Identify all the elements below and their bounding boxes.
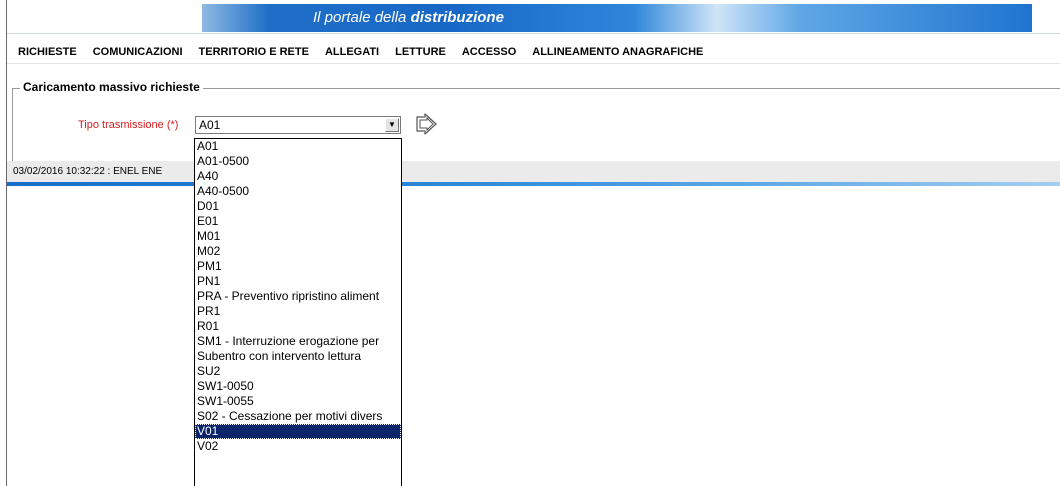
dropdown-option[interactable]: A40-0500	[195, 184, 401, 199]
dropdown-option[interactable]: A01-0500	[195, 154, 401, 169]
main-nav: RICHIESTE COMUNICAZIONI TERRITORIO E RET…	[18, 46, 719, 58]
nav-item-richieste[interactable]: RICHIESTE	[18, 46, 77, 58]
dropdown-option[interactable]: SU2	[195, 364, 401, 379]
dropdown-option[interactable]: A40	[195, 169, 401, 184]
nav-item-comunicazioni[interactable]: COMUNICAZIONI	[93, 46, 183, 58]
nav-item-letture[interactable]: LETTURE	[395, 46, 446, 58]
dropdown-option[interactable]: V01	[195, 424, 401, 439]
dropdown-option[interactable]: A01	[195, 139, 401, 154]
status-bar	[7, 161, 1060, 182]
nav-item-territorio-e-rete[interactable]: TERRITORIO E RETE	[199, 46, 309, 58]
dropdown-option[interactable]: SM1 - Interruzione erogazione per	[195, 334, 401, 349]
tipo-trasmissione-options[interactable]: A01 A01-0500 A40 A40-0500 D01 E01 M01 M02 PM1 PN1…	[194, 138, 402, 486]
tipo-trasmissione-label: Tipo trasmissione (*)	[78, 119, 179, 131]
tipo-trasmissione-select[interactable]: A01 ▼	[195, 116, 401, 134]
dropdown-option[interactable]: PRA - Preventivo ripristino aliment	[195, 289, 401, 304]
portal-title-prefix: Il portale della	[313, 9, 407, 26]
dropdown-option[interactable]: D01	[195, 199, 401, 214]
dropdown-option[interactable]: PM1	[195, 259, 401, 274]
dropdown-option[interactable]: S02 - Cessazione per motivi divers	[195, 409, 401, 424]
dropdown-option[interactable]: M02	[195, 244, 401, 259]
dropdown-option[interactable]: E01	[195, 214, 401, 229]
selected-value: A01	[199, 118, 221, 132]
fieldset-legend: Caricamento massivo richieste	[20, 80, 203, 94]
dropdown-option[interactable]: M01	[195, 229, 401, 244]
page-left-border	[6, 0, 7, 486]
status-text: 03/02/2016 10:32:22 : ENEL ENE	[13, 166, 163, 177]
portal-title: Il portale della distribuzione	[313, 9, 504, 26]
dropdown-option[interactable]: V02	[195, 439, 401, 454]
send-arrow-icon[interactable]	[414, 113, 440, 135]
status-divider	[7, 182, 1060, 186]
nav-divider	[7, 63, 1060, 64]
dropdown-option[interactable]: Subentro con intervento lettura	[195, 349, 401, 364]
nav-item-allineamento-anagrafiche[interactable]: ALLINEAMENTO ANAGRAFICHE	[532, 46, 703, 58]
dropdown-option[interactable]: SW1-0055	[195, 394, 401, 409]
portal-title-emphasis: distribuzione	[410, 9, 504, 26]
nav-item-allegati[interactable]: ALLEGATI	[325, 46, 379, 58]
dropdown-option[interactable]: R01	[195, 319, 401, 334]
chevron-down-icon[interactable]: ▼	[385, 118, 399, 132]
dropdown-option[interactable]: PR1	[195, 304, 401, 319]
nav-item-accesso[interactable]: ACCESSO	[462, 46, 516, 58]
dropdown-option[interactable]: PN1	[195, 274, 401, 289]
dropdown-option[interactable]: SW1-0050	[195, 379, 401, 394]
header-divider	[7, 33, 1060, 34]
